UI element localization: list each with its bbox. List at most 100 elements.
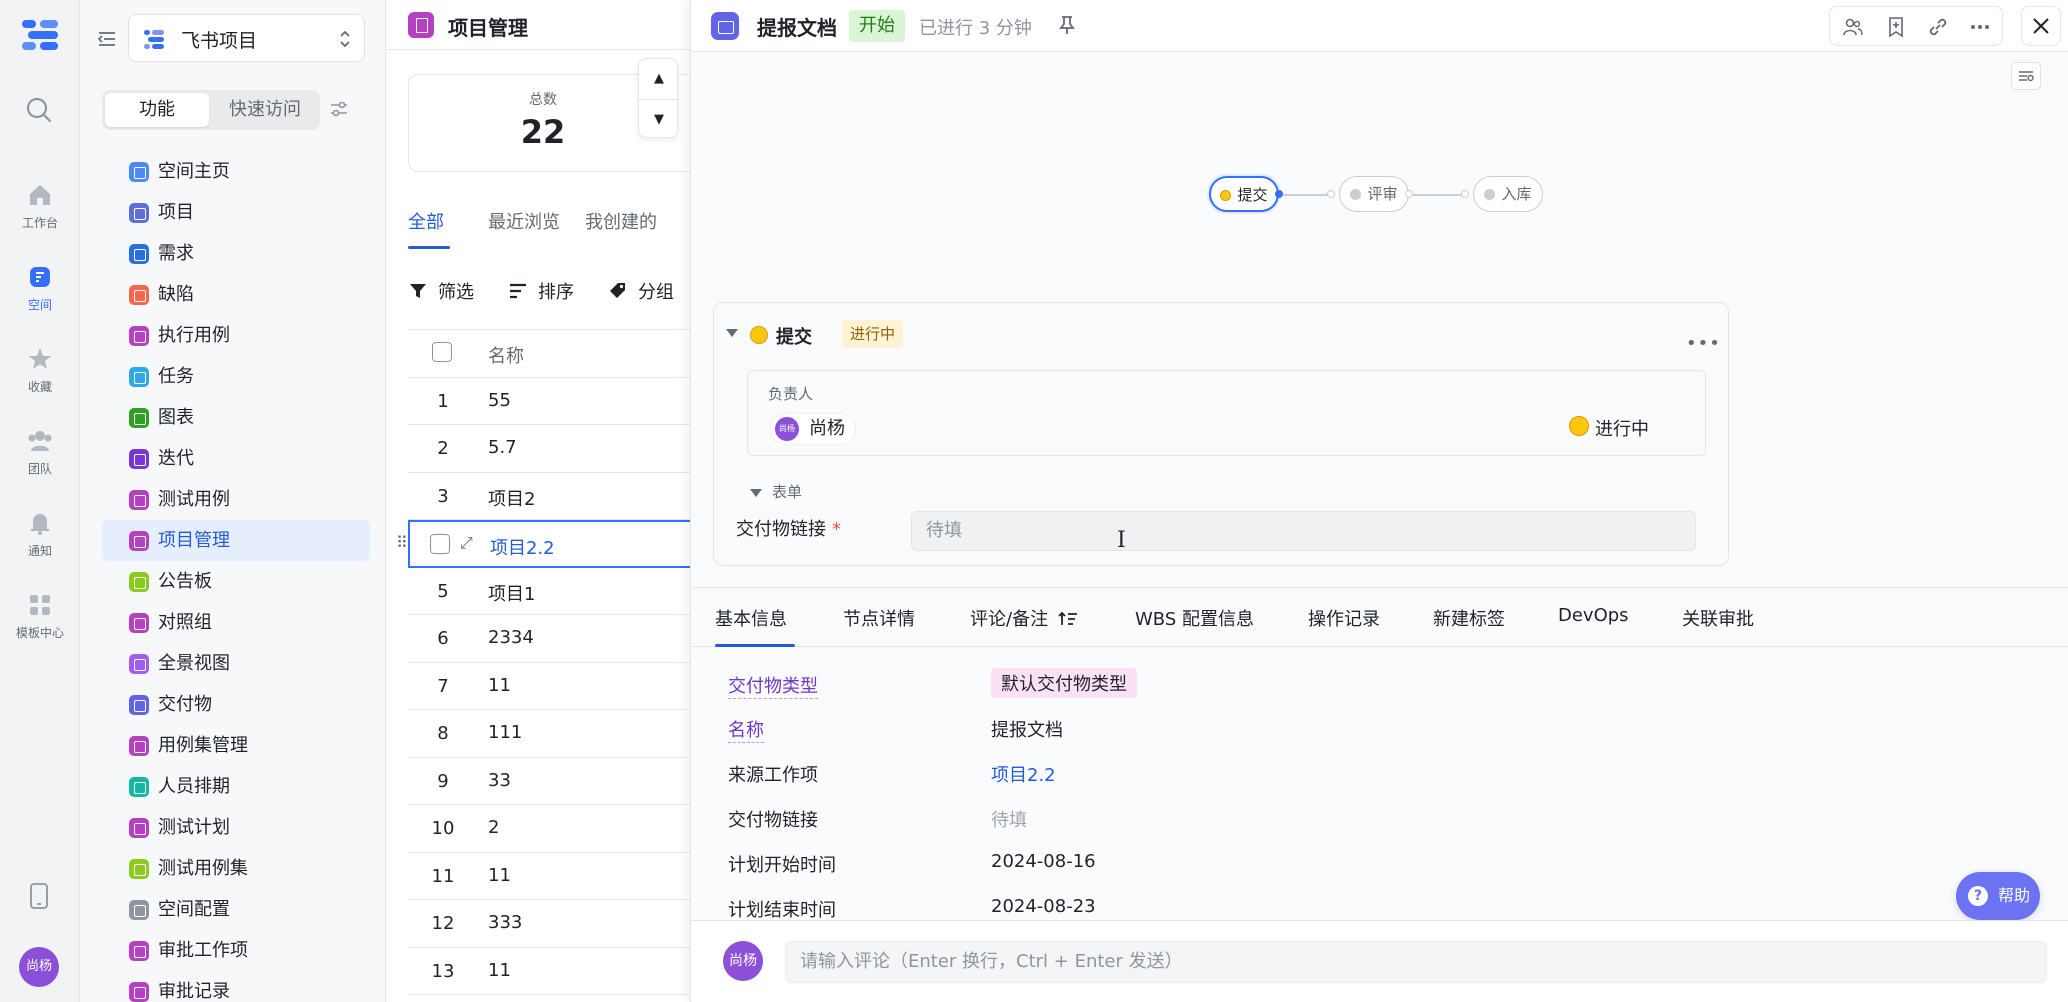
avatar[interactable]: 尚杨: [19, 947, 59, 987]
more-icon[interactable]: •••: [1686, 333, 1721, 354]
settings-sliders-icon[interactable]: [328, 98, 350, 120]
sidebar-item[interactable]: 需求: [102, 233, 370, 274]
more-icon[interactable]: [1969, 16, 1991, 38]
sidebar-item[interactable]: 对照组: [102, 602, 370, 643]
app-logo[interactable]: [20, 18, 60, 52]
link-icon[interactable]: [1927, 16, 1949, 38]
table-row[interactable]: 8 111: [408, 710, 690, 758]
tab-new-tag[interactable]: 新建标签: [1433, 605, 1505, 631]
select-all-checkbox[interactable]: [432, 342, 452, 362]
sidebar-item[interactable]: 公告板: [102, 561, 370, 602]
sidebar-item[interactable]: 图表: [102, 397, 370, 438]
tab-basic-info[interactable]: 基本信息: [715, 605, 787, 631]
row-name[interactable]: 项目1: [488, 580, 535, 606]
row-checkbox[interactable]: [430, 534, 450, 554]
field-key[interactable]: 名称: [728, 716, 764, 743]
sidebar-item[interactable]: 迭代: [102, 438, 370, 479]
group-button[interactable]: 分组: [608, 278, 674, 304]
table-row[interactable]: 5 项目1: [408, 568, 690, 615]
field-value[interactable]: 2024-08-23: [991, 896, 1096, 917]
sidebar-item[interactable]: 项目管理: [102, 520, 370, 561]
field-value[interactable]: 2024-08-16: [991, 851, 1096, 872]
field-key[interactable]: 交付物类型: [728, 672, 818, 699]
row-name[interactable]: 55: [488, 390, 511, 411]
sidebar-item[interactable]: 交付物: [102, 684, 370, 725]
rail-space[interactable]: 空间: [0, 262, 80, 313]
flow-node-archive[interactable]: 入库: [1473, 176, 1543, 212]
tab-devops[interactable]: DevOps: [1558, 605, 1629, 626]
table-row[interactable]: 11 11: [408, 853, 690, 900]
sidebar-item[interactable]: 用例集管理: [102, 725, 370, 766]
sidebar-item[interactable]: 测试计划: [102, 807, 370, 848]
row-name[interactable]: 11: [488, 675, 511, 696]
deliverable-link-input[interactable]: 待填: [911, 511, 1696, 551]
table-row[interactable]: 1 55: [408, 378, 690, 425]
table-row[interactable]: 13 11: [408, 948, 690, 995]
tab-created-by-me[interactable]: 我创建的: [585, 208, 657, 234]
sidebar-item[interactable]: 任务: [102, 356, 370, 397]
filter-button[interactable]: 筛选: [408, 278, 474, 304]
sidebar-item[interactable]: 执行用例: [102, 315, 370, 356]
table-row[interactable]: 2 5.7: [408, 425, 690, 473]
members-icon[interactable]: [1842, 16, 1864, 38]
table-row[interactable]: 6 2334: [408, 615, 690, 663]
search-icon[interactable]: [25, 96, 53, 124]
layout-settings-button[interactable]: [2011, 62, 2041, 90]
rail-templates[interactable]: 模板中心: [0, 590, 80, 641]
tab-recent[interactable]: 最近浏览: [488, 208, 560, 234]
row-name[interactable]: 2: [488, 817, 499, 838]
field-value[interactable]: 待填: [991, 806, 1027, 832]
table-row[interactable]: 7 11: [408, 663, 690, 710]
flow-node-review[interactable]: 评审: [1339, 176, 1409, 212]
row-name[interactable]: 5.7: [488, 437, 517, 458]
table-row[interactable]: 12 333: [408, 900, 690, 948]
drag-handle-icon[interactable]: ⠿: [396, 533, 408, 552]
row-name[interactable]: 2334: [488, 627, 534, 648]
sidebar-item[interactable]: 审批工作项: [102, 930, 370, 971]
previous-record-button[interactable]: ▲: [639, 59, 679, 99]
rail-team[interactable]: 团队: [0, 426, 80, 477]
form-section-toggle[interactable]: 表单: [750, 481, 802, 502]
tab-wbs-config[interactable]: WBS 配置信息: [1135, 605, 1254, 631]
row-name[interactable]: 项目2: [488, 485, 535, 511]
sidebar-item[interactable]: 缺陷: [102, 274, 370, 315]
sort-button[interactable]: 排序: [508, 278, 574, 304]
field-value[interactable]: 提报文档: [991, 716, 1063, 742]
table-row[interactable]: 9 33: [408, 758, 690, 805]
rail-notifications[interactable]: 通知: [0, 508, 80, 559]
field-value-tag[interactable]: 默认交付物类型: [991, 668, 1137, 698]
expand-icon[interactable]: ⤢: [460, 533, 473, 553]
collapse-triangle-icon[interactable]: [726, 329, 738, 337]
row-name[interactable]: 11: [488, 865, 511, 886]
tab-comments[interactable]: 评论/备注: [970, 605, 1078, 631]
collapse-sidebar-icon[interactable]: [96, 28, 118, 50]
pin-icon[interactable]: [1057, 14, 1077, 36]
sidebar-item[interactable]: 人员排期: [102, 766, 370, 807]
owner-status[interactable]: 进行中: [1595, 415, 1649, 441]
owner-chip[interactable]: 尚杨 尚杨: [770, 413, 856, 445]
project-switcher[interactable]: 飞书项目: [128, 14, 365, 62]
segment-features[interactable]: 功能: [105, 93, 209, 127]
row-name[interactable]: 111: [488, 722, 522, 743]
comment-input[interactable]: 请输入评论（Enter 换行，Ctrl + Enter 发送）: [785, 941, 2047, 983]
rail-favorites[interactable]: 收藏: [0, 344, 80, 395]
sidebar-item[interactable]: 空间配置: [102, 889, 370, 930]
rail-workbench[interactable]: 工作台: [0, 180, 80, 231]
field-value-link[interactable]: 项目2.2: [991, 761, 1056, 787]
sidebar-item[interactable]: 测试用例集: [102, 848, 370, 889]
bookmark-add-icon[interactable]: [1885, 16, 1907, 38]
help-button[interactable]: ? 帮助: [1956, 872, 2040, 920]
sidebar-item[interactable]: 空间主页: [102, 151, 370, 192]
row-name[interactable]: 33: [488, 770, 511, 791]
tab-operation-log[interactable]: 操作记录: [1308, 605, 1380, 631]
row-name[interactable]: 项目2.2: [490, 534, 555, 560]
sidebar-item[interactable]: 项目: [102, 192, 370, 233]
row-name[interactable]: 333: [488, 912, 522, 933]
tab-related-approval[interactable]: 关联审批: [1682, 605, 1754, 631]
table-row[interactable]: 3 项目2: [408, 473, 690, 520]
segment-quick-access[interactable]: 快速访问: [213, 93, 317, 127]
table-row[interactable]: ⠿ ⤢ 项目2.2: [396, 520, 690, 568]
sidebar-item[interactable]: 审批记录: [102, 971, 370, 1002]
tab-node-details[interactable]: 节点详情: [843, 605, 915, 631]
sidebar-item[interactable]: 全景视图: [102, 643, 370, 684]
